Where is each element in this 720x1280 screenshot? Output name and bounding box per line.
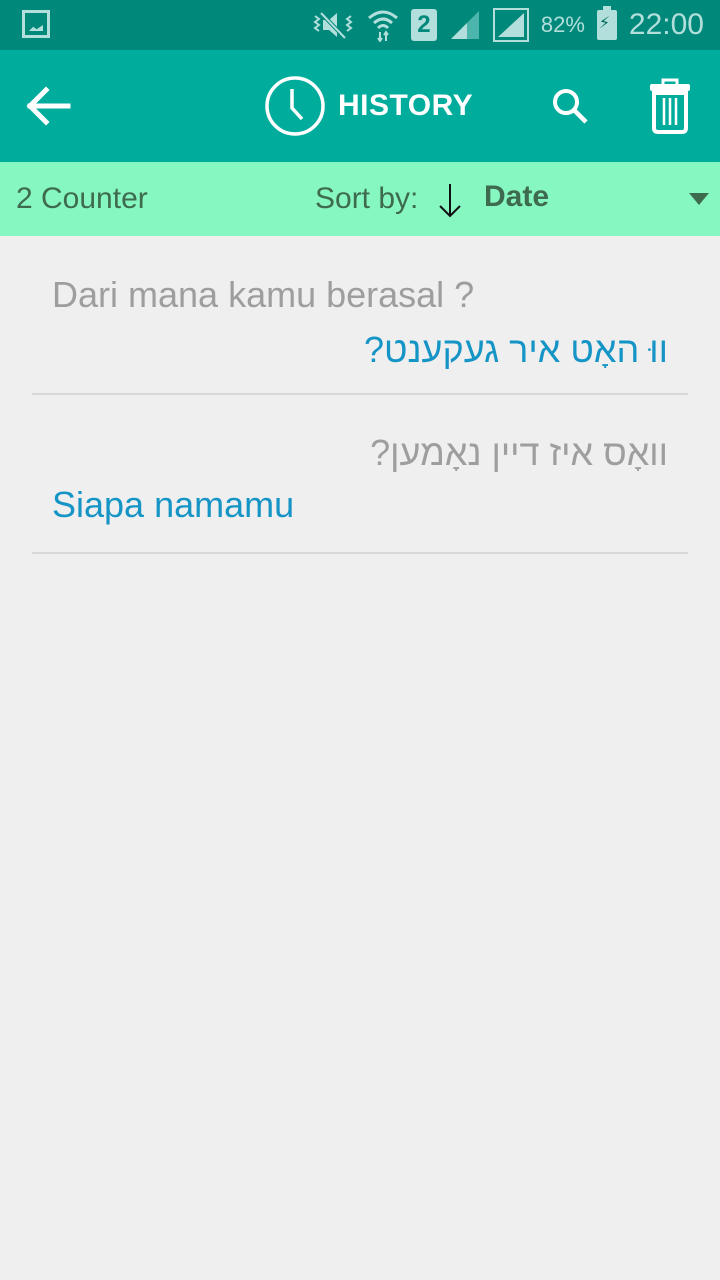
- history-item[interactable]: וואָס איז דיין נאָמען? Siapa namamu: [32, 395, 688, 554]
- app-bar: HISTORY: [0, 50, 720, 162]
- back-button[interactable]: [22, 80, 78, 132]
- status-bar: 2 82% 22:00: [0, 0, 720, 50]
- sort-direction-arrow-down-icon[interactable]: [436, 180, 464, 220]
- history-item[interactable]: Dari mana kamu berasal ? ווּ האָט איר גע…: [32, 236, 688, 395]
- gallery-notification-icon: [22, 10, 50, 38]
- history-list: Dari mana kamu berasal ? ווּ האָט איר גע…: [0, 236, 720, 554]
- signal-icon: [449, 9, 481, 41]
- sort-dropdown-icon[interactable]: [689, 193, 709, 205]
- trash-icon: [650, 78, 690, 134]
- clock: 22:00: [628, 8, 704, 41]
- history-source-text: וואָס איז דיין נאָמען?: [370, 432, 668, 473]
- title-group: HISTORY: [264, 74, 473, 138]
- clock-icon: [265, 76, 325, 136]
- vibrate-mute-icon: [311, 10, 355, 40]
- history-counter: 2 Counter: [16, 182, 148, 215]
- battery-percentage: 82%: [540, 12, 585, 37]
- history-translation-text: Siapa namamu: [52, 484, 295, 525]
- battery-charging-icon: [596, 6, 617, 40]
- search-icon: [553, 89, 588, 124]
- history-translation-text: ווּ האָט איר געקענט?: [364, 329, 668, 370]
- arrow-back-icon: [26, 86, 71, 126]
- page-title: HISTORY: [338, 89, 474, 122]
- history-source-text: Dari mana kamu berasal ?: [52, 274, 475, 315]
- delete-all-button[interactable]: [646, 78, 694, 134]
- sort-bar: 2 Counter Sort by: Date: [0, 162, 720, 236]
- sort-by-label: Sort by:: [315, 182, 419, 215]
- wifi-icon: [367, 8, 399, 42]
- search-button[interactable]: [548, 84, 594, 130]
- signal-roaming-icon: [492, 8, 529, 42]
- sort-select[interactable]: Date: [484, 180, 549, 214]
- sim-2-icon: 2: [410, 9, 437, 41]
